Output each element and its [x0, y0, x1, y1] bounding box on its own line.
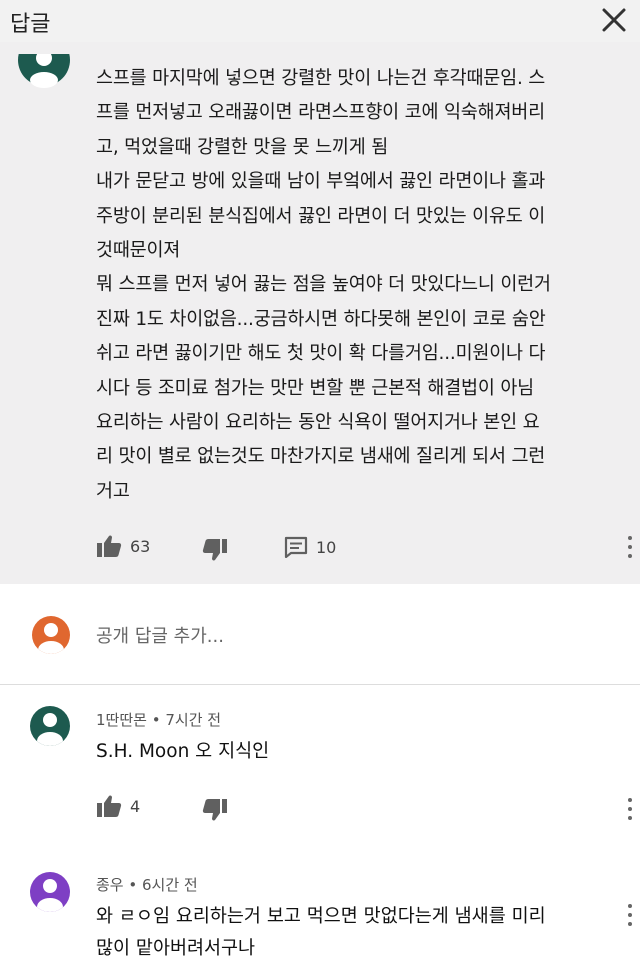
reply-author: 1딴딴몬	[96, 711, 147, 729]
more-options-button[interactable]	[624, 534, 636, 560]
close-icon	[602, 8, 626, 32]
page-title: 답글	[10, 12, 51, 37]
avatar[interactable]	[30, 872, 70, 912]
comment-line: 거고	[96, 480, 130, 502]
like-count: 63	[130, 536, 151, 556]
comment-line: 고, 먹었을때 강렬한 맛을 못 느끼게 됨	[96, 136, 389, 158]
comment-line: 주방이 분리된 분식집에서 끓인 라면이 더 맛있는 이유도 이	[96, 205, 546, 227]
comment-text: 스프를 마지막에 넣으면 강렬한 맛이 나는건 후각때문임. 스 프를 먼저넣고…	[96, 62, 626, 509]
comment-line: 내가 문닫고 방에 있을때 남이 부엌에서 끓인 라면이나 홀과	[96, 171, 546, 193]
divider	[0, 684, 640, 685]
like-count: 4	[130, 796, 141, 816]
reply-meta: 종우 • 6시간 전	[96, 874, 198, 895]
reply-meta: 1딴딴몬 • 7시간 전	[96, 709, 221, 730]
dislike-button[interactable]	[202, 798, 228, 822]
reply-time: 7시간 전	[165, 711, 222, 729]
reply-text: S.H. Moon 오 지식인	[96, 741, 270, 762]
comment-line: 쉬고 라면 끓이기만 해도 첫 맛이 확 다를거임...미원이나 다	[96, 343, 546, 365]
comment-line: 리 맛이 별로 없는것도 마찬가지로 냄새에 질리게 되서 그런	[96, 446, 546, 468]
reply-input-placeholder: 공개 답글 추가...	[96, 626, 224, 647]
comment-line: 뭐 스프를 먼저 넣어 끓는 점을 높여야 더 맛있다느니 이런거	[96, 274, 551, 296]
like-button[interactable]: 63	[96, 534, 150, 558]
meta-separator: •	[151, 711, 166, 729]
add-reply-input[interactable]: 공개 답글 추가...	[0, 600, 640, 666]
comment-line: 요리하는 사람이 요리하는 동안 식욕이 떨어지거나 본인 요	[96, 412, 540, 434]
thumbs-down-icon	[202, 539, 227, 561]
comment-line: 시다 등 조미료 첨가는 맛만 변할 뿐 근본적 해결법이 아님	[96, 377, 534, 399]
avatar[interactable]	[30, 706, 70, 746]
comment-icon	[284, 536, 308, 558]
more-options-button[interactable]	[624, 796, 636, 822]
thumbs-down-icon	[202, 799, 227, 821]
reply-time: 6시간 전	[142, 876, 198, 894]
header: 답글	[0, 0, 640, 42]
original-comment: 스프를 마지막에 넣으면 강렬한 맛이 나는건 후각때문임. 스 프를 먼저넣고…	[0, 42, 640, 584]
close-button[interactable]	[596, 2, 632, 38]
more-options-button[interactable]	[624, 902, 636, 928]
reply-author: 종우	[96, 876, 124, 894]
meta-separator: •	[128, 876, 143, 894]
comment-line: 진짜 1도 차이없음...궁금하시면 하다못해 본인이 코로 숨안	[96, 308, 546, 330]
reply-text-line: 많이 맡아버려서구나	[96, 938, 256, 959]
dislike-button[interactable]	[202, 538, 228, 562]
avatar	[32, 616, 70, 654]
avatar[interactable]	[18, 54, 70, 94]
reply-count: 10	[316, 537, 337, 557]
reply-count-button[interactable]: 10	[284, 536, 336, 558]
thumbs-up-icon	[97, 535, 122, 557]
like-button[interactable]: 4	[96, 794, 140, 818]
thumbs-up-icon	[97, 795, 122, 817]
reply-text-line: 와 ㄹㅇ임 요리하는거 보고 먹으면 맛없다는게 냄새를 미리	[96, 906, 546, 927]
comment-line: 프를 먼저넣고 오래끓이면 라면스프향이 코에 익숙해져버리	[96, 102, 545, 124]
comment-line: 것때문이져	[96, 240, 181, 262]
comment-line: 스프를 마지막에 넣으면 강렬한 맛이 나는건 후각때문임. 스	[96, 68, 546, 89]
